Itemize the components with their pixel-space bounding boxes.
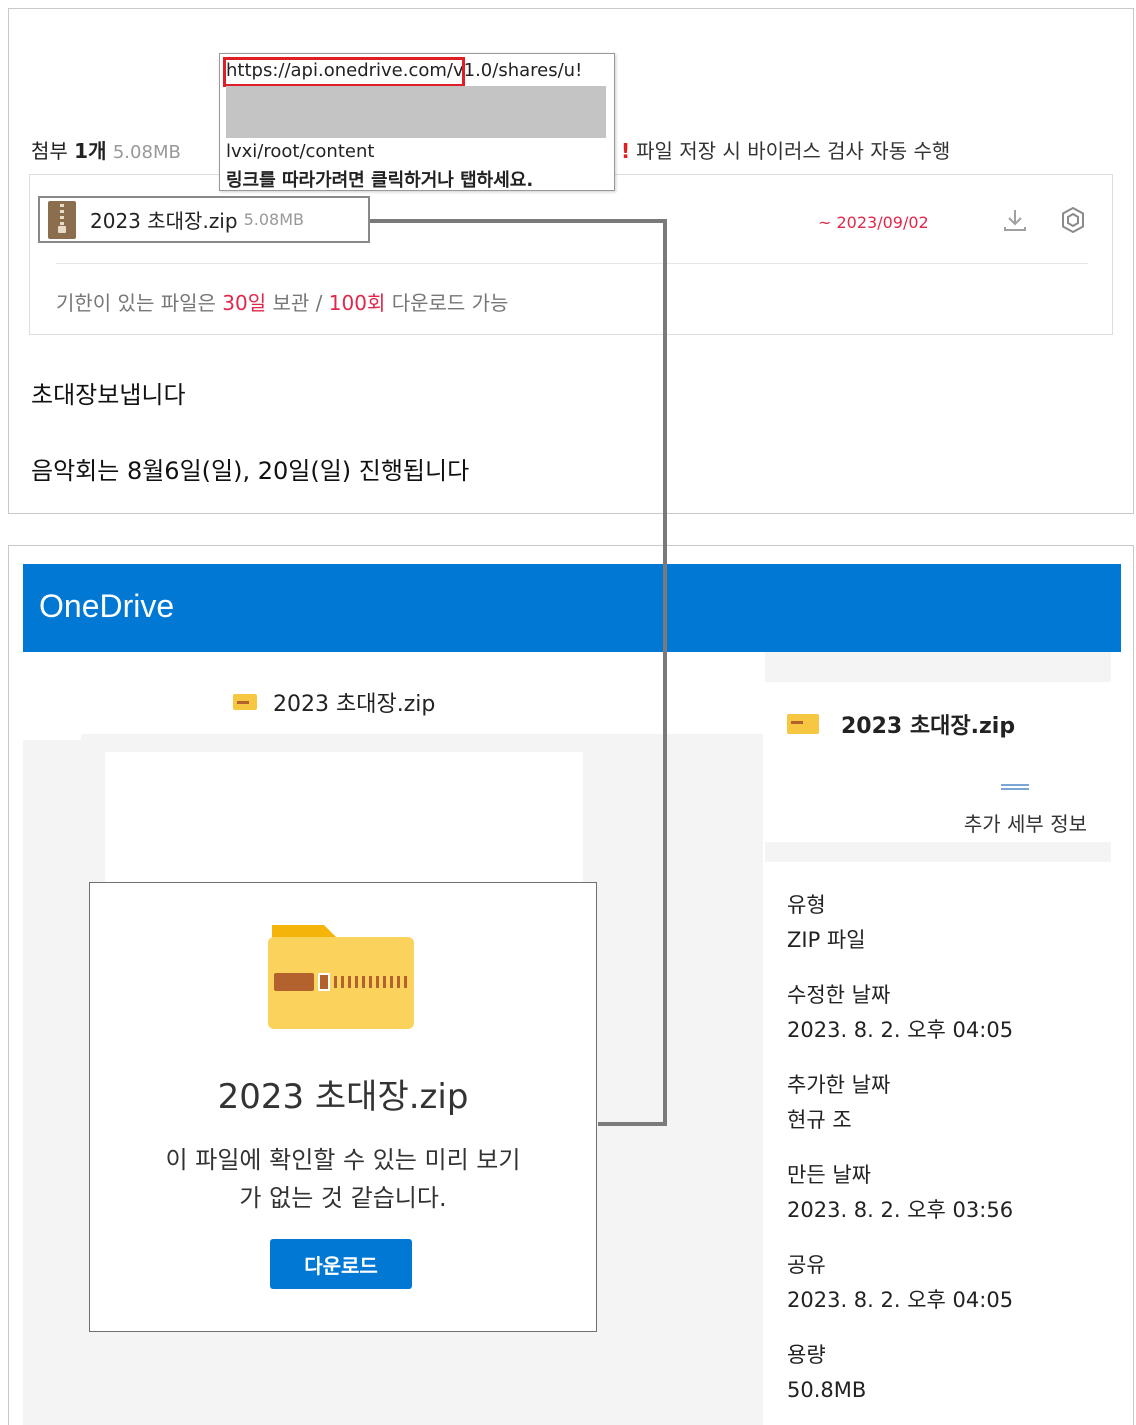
onedrive-header: OneDrive bbox=[23, 564, 1121, 652]
no-preview-line: 가 없는 것 같습니다. bbox=[239, 1184, 447, 1212]
preview-background bbox=[105, 752, 583, 892]
attachment-header-prefix: 첨부 bbox=[31, 139, 68, 163]
detail-field: 용량 50.8MB bbox=[787, 1338, 1013, 1408]
virus-scan-text: 파일 저장 시 바이러스 검사 자동 수행 bbox=[636, 139, 951, 163]
onedrive-panel: OneDrive 2023 초대장.zip 2023 초대장.zip 추가 세부… bbox=[8, 545, 1134, 1425]
attachment-total-size: 5.08MB bbox=[112, 142, 181, 163]
detail-label: 수정한 날짜 bbox=[787, 983, 891, 1007]
details-panel: 2023 초대장.zip 추가 세부 정보 유형 ZIP 파일 수정한 날짜 2… bbox=[765, 652, 1111, 1425]
detail-label: 만든 날짜 bbox=[787, 1163, 871, 1187]
email-body-line: 초대장보냅니다 bbox=[31, 381, 186, 409]
no-preview-card: 2023 초대장.zip 이 파일에 확인할 수 있는 미리 보기 가 없는 것… bbox=[89, 882, 597, 1332]
attachment-divider bbox=[56, 263, 1088, 264]
breadcrumb-file-name: 2023 초대장.zip bbox=[273, 692, 436, 717]
onedrive-logo-text[interactable]: OneDrive bbox=[39, 588, 174, 625]
virus-scan-note: ! 파일 저장 시 바이러스 검사 자동 수행 bbox=[621, 135, 950, 164]
no-preview-line: 이 파일에 확인할 수 있는 미리 보기 bbox=[165, 1146, 521, 1174]
breadcrumb: 2023 초대장.zip bbox=[233, 686, 435, 718]
exclamation-icon: ! bbox=[621, 139, 631, 163]
attachment-file-name: 2023 초대장.zip bbox=[90, 209, 238, 233]
domain-highlight-box bbox=[223, 57, 465, 87]
shield-scan-icon[interactable] bbox=[1058, 205, 1088, 235]
retention-days: 30일 bbox=[222, 291, 267, 315]
detail-value: 2023. 8. 2. 오후 04:05 bbox=[787, 1018, 1014, 1042]
detail-field: 추가한 날짜 현규 조 bbox=[787, 1068, 1013, 1138]
detail-value: 2023. 8. 2. 오후 04:05 bbox=[787, 1288, 1014, 1312]
expand-handle-icon[interactable] bbox=[1001, 784, 1029, 790]
preview-file-name: 2023 초대장.zip bbox=[217, 1077, 469, 1117]
more-details-link[interactable]: 추가 세부 정보 bbox=[964, 808, 1087, 837]
attachment-file-link[interactable]: 2023 초대장.zip 5.08MB bbox=[38, 196, 370, 243]
no-preview-message: 이 파일에 확인할 수 있는 미리 보기 가 없는 것 같습니다. bbox=[110, 1141, 576, 1217]
attachment-header: 첨부 1개 5.08MB bbox=[31, 135, 181, 164]
detail-field: 공유 2023. 8. 2. 오후 04:05 bbox=[787, 1248, 1013, 1318]
retention-text-1: 기한이 있는 파일은 bbox=[56, 291, 223, 315]
detail-value: 2023. 8. 2. 오후 03:56 bbox=[787, 1198, 1014, 1222]
detail-field: 유형 ZIP 파일 bbox=[787, 888, 1013, 958]
details-file-card: 2023 초대장.zip 추가 세부 정보 bbox=[765, 682, 1111, 842]
zip-folder-icon bbox=[268, 925, 414, 1029]
details-file-name: 2023 초대장.zip bbox=[841, 714, 1016, 739]
zip-folder-icon bbox=[787, 714, 819, 734]
detail-value: ZIP 파일 bbox=[787, 928, 866, 952]
tooltip-hint: 링크를 따라가려면 클릭하거나 탭하세요. bbox=[226, 170, 534, 191]
download-button[interactable]: 다운로드 bbox=[270, 1239, 412, 1289]
tooltip-url-end: lvxi/root/content bbox=[226, 141, 375, 162]
breadcrumb-bar: 2023 초대장.zip bbox=[23, 652, 763, 734]
zip-folder-icon bbox=[233, 694, 257, 710]
attachment-count: 1개 bbox=[74, 139, 107, 163]
detail-field: 수정한 날짜 2023. 8. 2. 오후 04:05 bbox=[787, 978, 1013, 1048]
download-icon[interactable] bbox=[1000, 205, 1030, 235]
detail-label: 용량 bbox=[787, 1343, 826, 1367]
details-file-title: 2023 초대장.zip bbox=[787, 708, 1015, 740]
detail-label: 공유 bbox=[787, 1253, 826, 1277]
attachment-expiry-date: ~ 2023/09/02 bbox=[818, 213, 929, 232]
attachment-box: 2023 초대장.zip 5.08MB ~ 2023/09/02 기한이 있는 … bbox=[29, 174, 1113, 335]
link-tooltip: https://api.onedrive.com/v1.0/shares/u! … bbox=[219, 53, 615, 191]
detail-label: 추가한 날짜 bbox=[787, 1073, 891, 1097]
detail-label: 유형 bbox=[787, 893, 826, 917]
email-body-line: 음악회는 8월6일(일), 20일(일) 진행됩니다 bbox=[31, 457, 470, 485]
retention-note: 기한이 있는 파일은 30일 보관 / 100회 다운로드 가능 bbox=[56, 287, 508, 316]
details-list: 유형 ZIP 파일 수정한 날짜 2023. 8. 2. 오후 04:05 추가… bbox=[787, 888, 1013, 1425]
detail-value: 50.8MB bbox=[787, 1378, 867, 1402]
detail-field: 만든 날짜 2023. 8. 2. 오후 03:56 bbox=[787, 1158, 1013, 1228]
attachment-file-size: 5.08MB bbox=[243, 210, 304, 229]
retention-text-3: 다운로드 가능 bbox=[385, 291, 509, 315]
zip-file-icon bbox=[48, 200, 76, 239]
redacted-url-block bbox=[226, 86, 606, 138]
divider bbox=[23, 734, 81, 740]
retention-text-2: 보관 / bbox=[266, 291, 329, 315]
detail-value: 현규 조 bbox=[787, 1108, 852, 1132]
retention-download-count: 100회 bbox=[328, 291, 386, 315]
